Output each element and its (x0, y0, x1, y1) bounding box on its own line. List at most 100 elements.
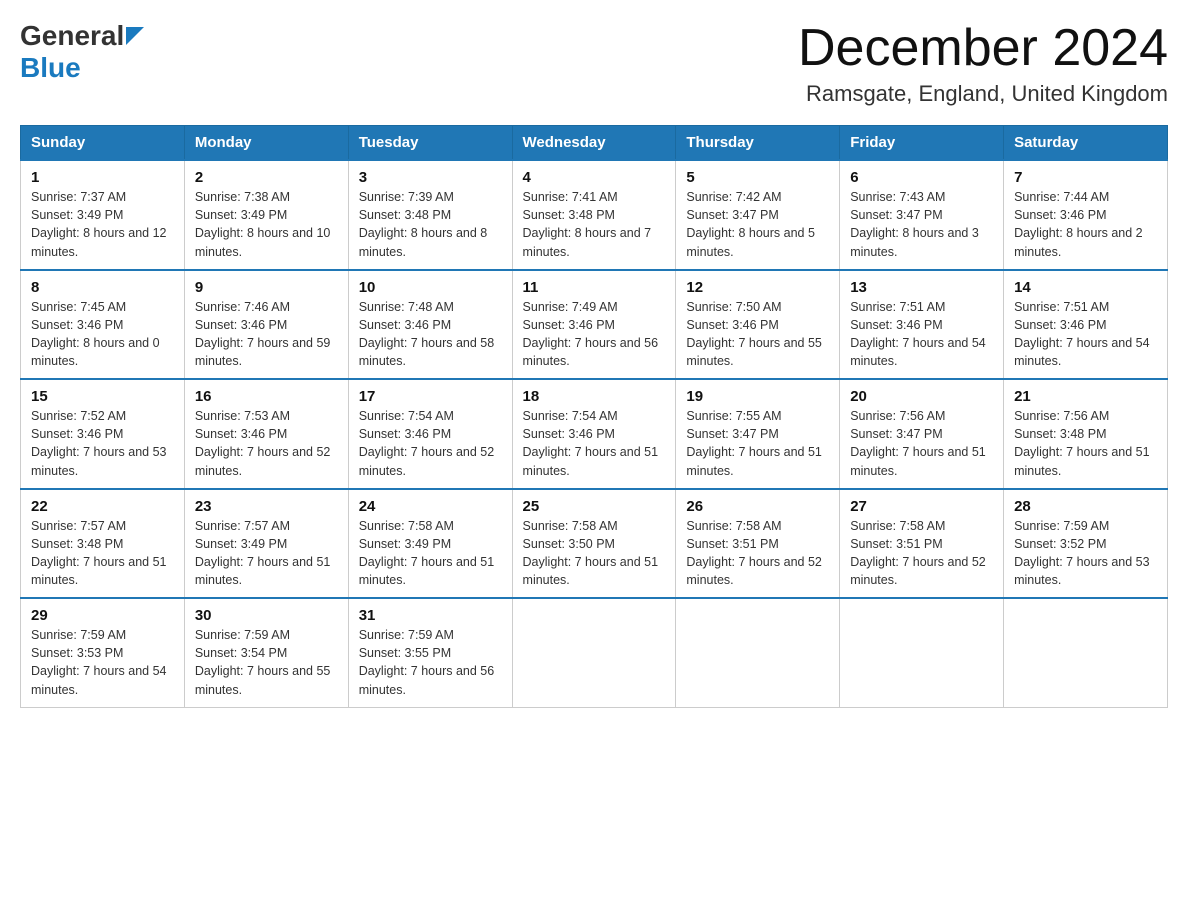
calendar-cell: 30 Sunrise: 7:59 AM Sunset: 3:54 PM Dayl… (184, 598, 348, 707)
day-info: Sunrise: 7:56 AM Sunset: 3:48 PM Dayligh… (1014, 407, 1157, 480)
calendar-cell: 10 Sunrise: 7:48 AM Sunset: 3:46 PM Dayl… (348, 270, 512, 380)
day-info: Sunrise: 7:48 AM Sunset: 3:46 PM Dayligh… (359, 298, 502, 371)
day-info: Sunrise: 7:44 AM Sunset: 3:46 PM Dayligh… (1014, 188, 1157, 261)
calendar-cell: 11 Sunrise: 7:49 AM Sunset: 3:46 PM Dayl… (512, 270, 676, 380)
day-info: Sunrise: 7:58 AM Sunset: 3:50 PM Dayligh… (523, 517, 666, 590)
col-sunday: Sunday (21, 126, 185, 161)
day-info: Sunrise: 7:55 AM Sunset: 3:47 PM Dayligh… (686, 407, 829, 480)
day-number: 29 (31, 607, 174, 624)
calendar-cell (676, 598, 840, 707)
day-number: 18 (523, 388, 666, 405)
day-info: Sunrise: 7:59 AM Sunset: 3:54 PM Dayligh… (195, 626, 338, 699)
calendar-cell: 6 Sunrise: 7:43 AM Sunset: 3:47 PM Dayli… (840, 160, 1004, 270)
col-saturday: Saturday (1004, 126, 1168, 161)
calendar-cell: 13 Sunrise: 7:51 AM Sunset: 3:46 PM Dayl… (840, 270, 1004, 380)
day-info: Sunrise: 7:59 AM Sunset: 3:52 PM Dayligh… (1014, 517, 1157, 590)
day-number: 30 (195, 607, 338, 624)
day-info: Sunrise: 7:39 AM Sunset: 3:48 PM Dayligh… (359, 188, 502, 261)
day-info: Sunrise: 7:57 AM Sunset: 3:49 PM Dayligh… (195, 517, 338, 590)
day-number: 23 (195, 498, 338, 515)
day-number: 1 (31, 169, 174, 186)
calendar-cell: 21 Sunrise: 7:56 AM Sunset: 3:48 PM Dayl… (1004, 379, 1168, 489)
day-number: 19 (686, 388, 829, 405)
day-info: Sunrise: 7:37 AM Sunset: 3:49 PM Dayligh… (31, 188, 174, 261)
day-info: Sunrise: 7:46 AM Sunset: 3:46 PM Dayligh… (195, 298, 338, 371)
day-info: Sunrise: 7:38 AM Sunset: 3:49 PM Dayligh… (195, 188, 338, 261)
day-number: 6 (850, 169, 993, 186)
day-info: Sunrise: 7:59 AM Sunset: 3:53 PM Dayligh… (31, 626, 174, 699)
week-row-2: 8 Sunrise: 7:45 AM Sunset: 3:46 PM Dayli… (21, 270, 1168, 380)
calendar-cell: 31 Sunrise: 7:59 AM Sunset: 3:55 PM Dayl… (348, 598, 512, 707)
calendar-cell: 1 Sunrise: 7:37 AM Sunset: 3:49 PM Dayli… (21, 160, 185, 270)
day-info: Sunrise: 7:58 AM Sunset: 3:51 PM Dayligh… (686, 517, 829, 590)
day-info: Sunrise: 7:51 AM Sunset: 3:46 PM Dayligh… (1014, 298, 1157, 371)
calendar-cell: 20 Sunrise: 7:56 AM Sunset: 3:47 PM Dayl… (840, 379, 1004, 489)
calendar-cell: 2 Sunrise: 7:38 AM Sunset: 3:49 PM Dayli… (184, 160, 348, 270)
day-info: Sunrise: 7:49 AM Sunset: 3:46 PM Dayligh… (523, 298, 666, 371)
day-number: 16 (195, 388, 338, 405)
col-tuesday: Tuesday (348, 126, 512, 161)
day-info: Sunrise: 7:53 AM Sunset: 3:46 PM Dayligh… (195, 407, 338, 480)
week-row-4: 22 Sunrise: 7:57 AM Sunset: 3:48 PM Dayl… (21, 489, 1168, 599)
day-info: Sunrise: 7:50 AM Sunset: 3:46 PM Dayligh… (686, 298, 829, 371)
day-info: Sunrise: 7:59 AM Sunset: 3:55 PM Dayligh… (359, 626, 502, 699)
page-header: General Blue December 2024 Ramsgate, Eng… (20, 20, 1168, 107)
calendar-cell: 8 Sunrise: 7:45 AM Sunset: 3:46 PM Dayli… (21, 270, 185, 380)
calendar-cell (1004, 598, 1168, 707)
day-number: 7 (1014, 169, 1157, 186)
logo: General Blue (20, 20, 144, 84)
day-number: 20 (850, 388, 993, 405)
col-friday: Friday (840, 126, 1004, 161)
day-info: Sunrise: 7:52 AM Sunset: 3:46 PM Dayligh… (31, 407, 174, 480)
day-info: Sunrise: 7:41 AM Sunset: 3:48 PM Dayligh… (523, 188, 666, 261)
week-row-1: 1 Sunrise: 7:37 AM Sunset: 3:49 PM Dayli… (21, 160, 1168, 270)
day-number: 17 (359, 388, 502, 405)
calendar-cell: 25 Sunrise: 7:58 AM Sunset: 3:50 PM Dayl… (512, 489, 676, 599)
calendar-cell: 4 Sunrise: 7:41 AM Sunset: 3:48 PM Dayli… (512, 160, 676, 270)
calendar-cell: 5 Sunrise: 7:42 AM Sunset: 3:47 PM Dayli… (676, 160, 840, 270)
calendar-cell: 27 Sunrise: 7:58 AM Sunset: 3:51 PM Dayl… (840, 489, 1004, 599)
day-number: 9 (195, 279, 338, 296)
day-info: Sunrise: 7:45 AM Sunset: 3:46 PM Dayligh… (31, 298, 174, 371)
header-row: Sunday Monday Tuesday Wednesday Thursday… (21, 126, 1168, 161)
day-number: 5 (686, 169, 829, 186)
day-number: 3 (359, 169, 502, 186)
week-row-5: 29 Sunrise: 7:59 AM Sunset: 3:53 PM Dayl… (21, 598, 1168, 707)
title-block: December 2024 Ramsgate, England, United … (798, 20, 1168, 107)
day-number: 4 (523, 169, 666, 186)
week-row-3: 15 Sunrise: 7:52 AM Sunset: 3:46 PM Dayl… (21, 379, 1168, 489)
calendar-cell (512, 598, 676, 707)
day-number: 22 (31, 498, 174, 515)
day-number: 28 (1014, 498, 1157, 515)
day-number: 2 (195, 169, 338, 186)
calendar-cell: 23 Sunrise: 7:57 AM Sunset: 3:49 PM Dayl… (184, 489, 348, 599)
day-info: Sunrise: 7:43 AM Sunset: 3:47 PM Dayligh… (850, 188, 993, 261)
calendar-cell: 3 Sunrise: 7:39 AM Sunset: 3:48 PM Dayli… (348, 160, 512, 270)
day-number: 21 (1014, 388, 1157, 405)
day-number: 26 (686, 498, 829, 515)
logo-general-text: General (20, 20, 124, 52)
calendar-table: Sunday Monday Tuesday Wednesday Thursday… (20, 125, 1168, 708)
day-info: Sunrise: 7:58 AM Sunset: 3:51 PM Dayligh… (850, 517, 993, 590)
day-number: 15 (31, 388, 174, 405)
calendar-subtitle: Ramsgate, England, United Kingdom (798, 81, 1168, 107)
day-info: Sunrise: 7:42 AM Sunset: 3:47 PM Dayligh… (686, 188, 829, 261)
calendar-cell: 29 Sunrise: 7:59 AM Sunset: 3:53 PM Dayl… (21, 598, 185, 707)
day-number: 13 (850, 279, 993, 296)
day-number: 14 (1014, 279, 1157, 296)
calendar-cell: 7 Sunrise: 7:44 AM Sunset: 3:46 PM Dayli… (1004, 160, 1168, 270)
col-monday: Monday (184, 126, 348, 161)
calendar-cell: 24 Sunrise: 7:58 AM Sunset: 3:49 PM Dayl… (348, 489, 512, 599)
calendar-cell: 26 Sunrise: 7:58 AM Sunset: 3:51 PM Dayl… (676, 489, 840, 599)
day-number: 11 (523, 279, 666, 296)
calendar-cell: 22 Sunrise: 7:57 AM Sunset: 3:48 PM Dayl… (21, 489, 185, 599)
calendar-cell: 17 Sunrise: 7:54 AM Sunset: 3:46 PM Dayl… (348, 379, 512, 489)
day-info: Sunrise: 7:56 AM Sunset: 3:47 PM Dayligh… (850, 407, 993, 480)
day-info: Sunrise: 7:57 AM Sunset: 3:48 PM Dayligh… (31, 517, 174, 590)
calendar-title: December 2024 (798, 20, 1168, 77)
calendar-cell: 9 Sunrise: 7:46 AM Sunset: 3:46 PM Dayli… (184, 270, 348, 380)
day-number: 31 (359, 607, 502, 624)
day-number: 24 (359, 498, 502, 515)
day-number: 27 (850, 498, 993, 515)
logo-triangle-icon (126, 27, 144, 45)
